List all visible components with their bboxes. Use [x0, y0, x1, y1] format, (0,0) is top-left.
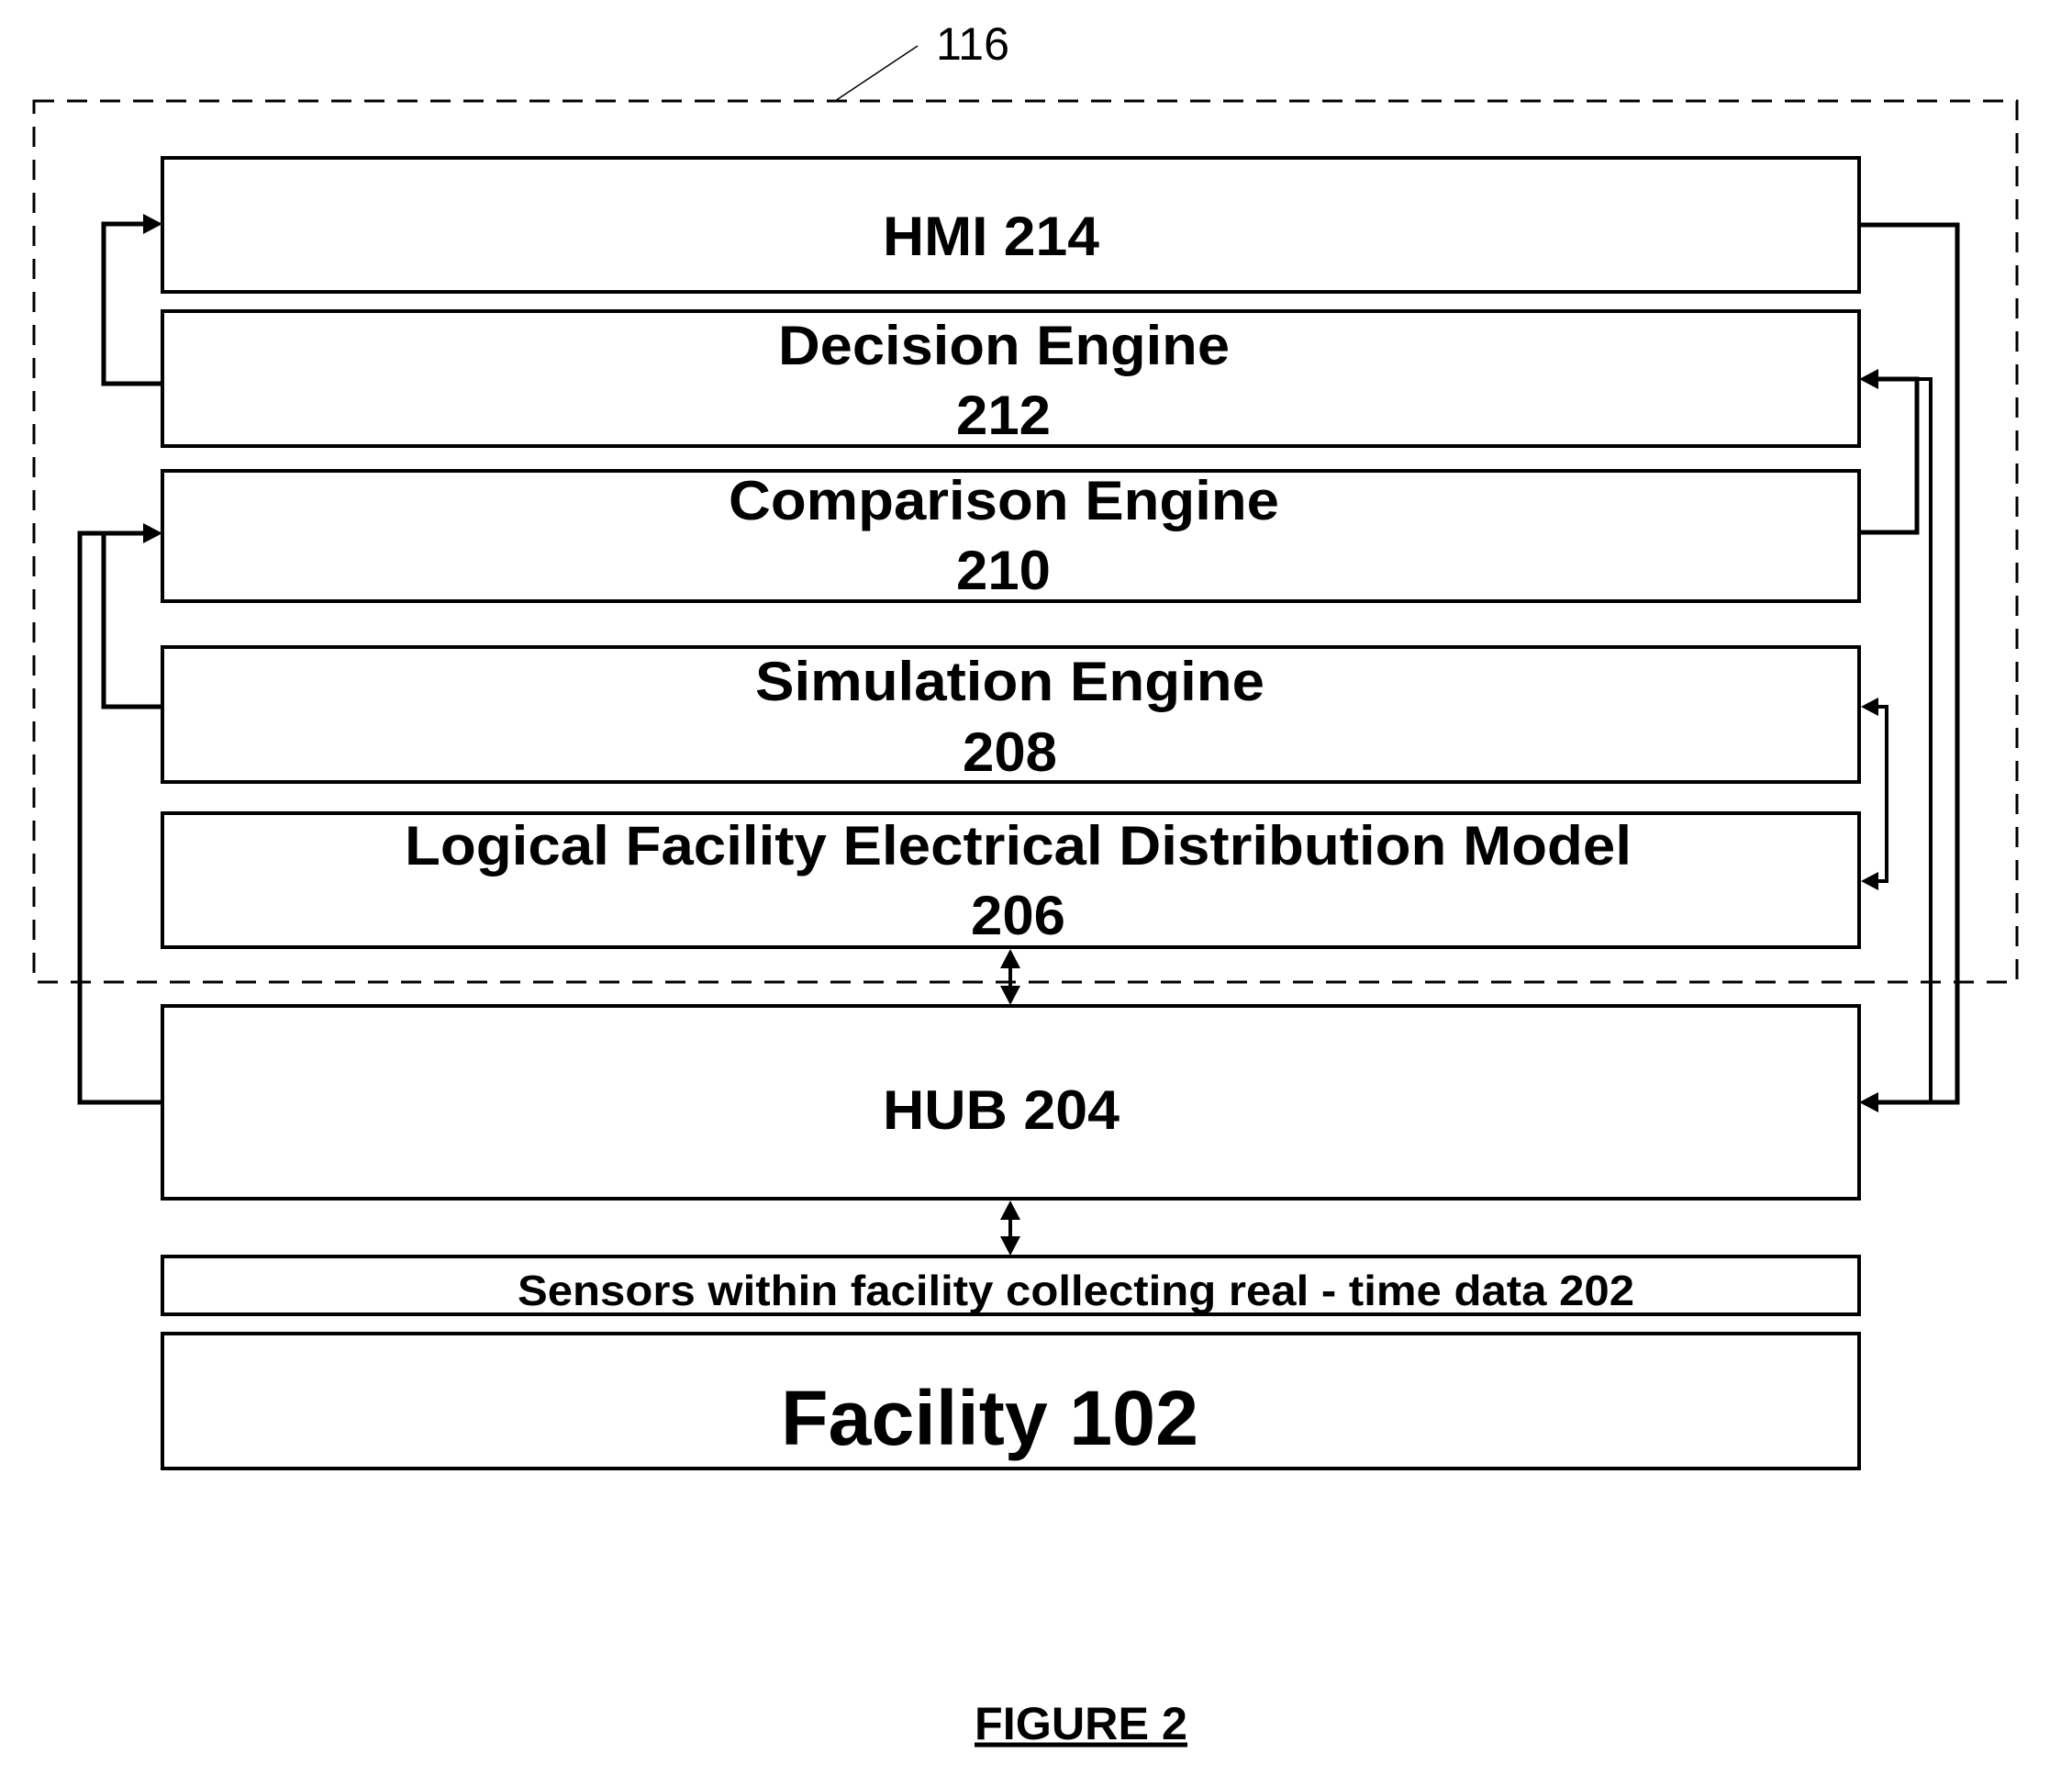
electrical-model-block: Logical Facility Electrical Distribution…: [161, 811, 1861, 949]
simulation-engine-number: 208: [963, 721, 1057, 783]
arrowhead-into-comparison: [143, 523, 162, 543]
hub-block: HUB 204: [161, 1004, 1861, 1201]
figure-2-diagram: 116 HMI 214 Decision Engine 212 Comparis…: [32, 18, 2019, 1749]
hub-label: HUB 204: [883, 1079, 1120, 1141]
decision-engine-block: Decision Engine 212: [161, 309, 1861, 448]
reference-leader-line: [834, 45, 919, 102]
electrical-model-number: 206: [971, 885, 1065, 946]
arrowhead-into-hmi: [143, 214, 162, 234]
arrowhead-up-into-hub: [1000, 1201, 1020, 1220]
comparison-engine-label: Comparison Engine: [729, 470, 1279, 531]
arrowhead-into-decision: [1859, 369, 1878, 389]
arrowhead-down-into-hub: [1000, 986, 1020, 1005]
connector-decision-to-hmi: [101, 221, 162, 386]
connector-hmi-to-hub: [1859, 222, 1960, 1105]
connector-hub-to-comparison: [77, 531, 162, 1105]
figure-caption: FIGURE 2: [975, 1698, 1187, 1749]
connector-comparison-to-decision: [1859, 376, 1920, 535]
decision-engine-number: 212: [956, 385, 1051, 446]
arrowhead-up-into-model: [1000, 949, 1020, 968]
sensors-block: Sensors within facility collecting real …: [161, 1255, 1861, 1316]
arrowhead-down-into-sensors: [1000, 1236, 1020, 1256]
arrowhead-into-model: [1861, 872, 1878, 890]
simulation-engine-block: Simulation Engine 208: [161, 645, 1861, 784]
connector-simulation-to-comparison: [101, 533, 162, 709]
facility-label: Facility 102: [781, 1375, 1198, 1461]
hmi-block: HMI 214: [161, 156, 1861, 294]
decision-engine-label: Decision Engine: [778, 315, 1230, 376]
comparison-engine-block: Comparison Engine 210: [161, 469, 1861, 603]
facility-block: Facility 102: [161, 1332, 1861, 1470]
connector-simulation-model: [1876, 705, 1888, 883]
electrical-model-label: Logical Facility Electrical Distribution…: [405, 815, 1632, 877]
sensors-label: Sensors within facility collecting real …: [518, 1267, 1634, 1314]
simulation-engine-label: Simulation Engine: [755, 651, 1264, 712]
system-reference-label: 116: [936, 18, 1009, 70]
hmi-label: HMI 214: [883, 206, 1100, 267]
arrowhead-into-simulation: [1861, 698, 1878, 716]
arrowhead-into-hub: [1859, 1092, 1878, 1112]
comparison-engine-number: 210: [956, 540, 1051, 601]
